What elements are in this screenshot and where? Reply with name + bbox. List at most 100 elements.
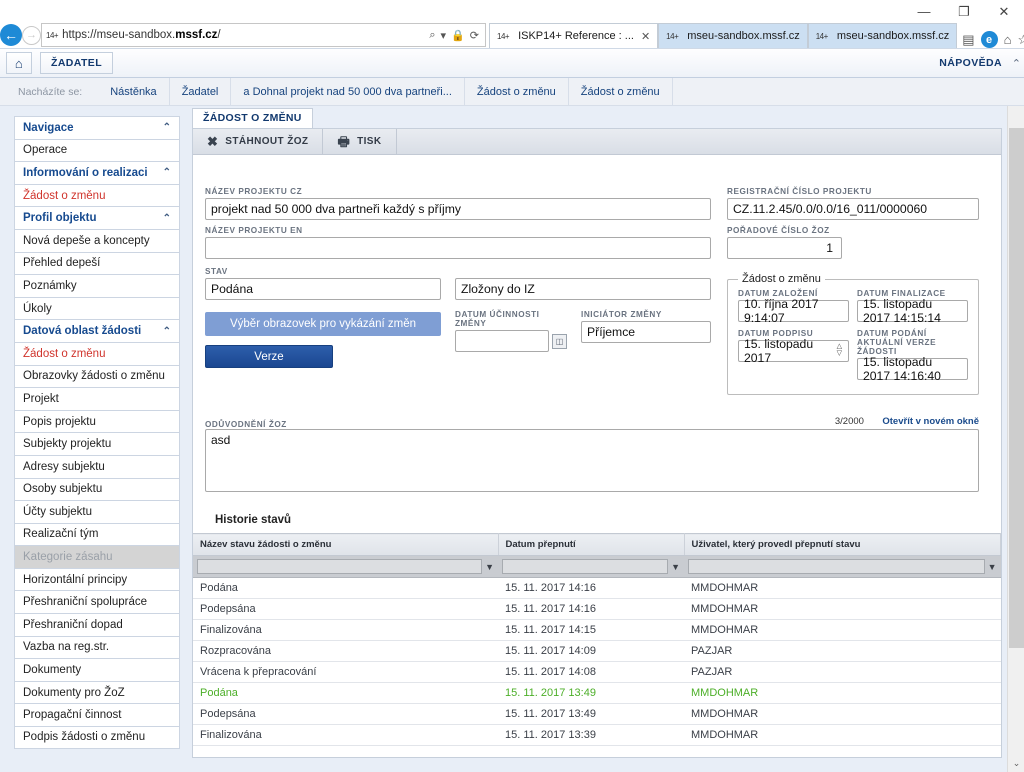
sidebar-item-poznamky[interactable]: Poznámky xyxy=(14,274,180,297)
reg-cislo-input[interactable]: CZ.11.2.45/0.0/0.0/16_011/0000060 xyxy=(727,198,979,220)
sidebar-item-label: Popis projektu xyxy=(23,415,96,428)
page-scrollbar[interactable]: ⌄ xyxy=(1007,106,1024,772)
breadcrumb-item-1[interactable]: Žadatel xyxy=(170,77,232,106)
sidebar-item-preshranicni-spoluprace[interactable]: Přeshraniční spolupráce xyxy=(14,590,180,614)
cell-datum: 15. 11. 2017 13:49 xyxy=(498,703,684,725)
home-icon[interactable]: ⌂ xyxy=(1004,32,1012,47)
print-button[interactable]: 🖶 TISK xyxy=(323,129,397,154)
table-row[interactable]: Podepsána 15. 11. 2017 13:49 MMDOHMAR xyxy=(193,703,1001,725)
browser-forward-button[interactable]: → xyxy=(22,22,41,48)
sidebar-item-ukoly[interactable]: Úkoly xyxy=(14,296,180,320)
scrollbar-down-arrow[interactable]: ⌄ xyxy=(1008,755,1024,772)
browser-back-button[interactable]: ← xyxy=(0,22,22,48)
column-header-nazev-stavu[interactable]: Název stavu žádosti o změnu xyxy=(193,533,499,556)
table-row[interactable]: Finalizována 15. 11. 2017 13:39 MMDOHMAR xyxy=(193,724,1001,746)
sidebar-item-realizacni-tym[interactable]: Realizační tým xyxy=(14,522,180,546)
datum-ucinnosti-input[interactable] xyxy=(455,330,549,352)
filter-input-nazev-stavu[interactable] xyxy=(197,559,483,574)
vyber-obrazovek-button[interactable]: Výběr obrazovek pro vykázání změn xyxy=(205,312,441,336)
stav-secondary-input[interactable]: Zložony do IZ xyxy=(455,278,711,300)
sidebar-item-zadost-o-zmenu-2[interactable]: Žádost o změnu xyxy=(14,341,180,365)
browser-tab-1[interactable]: 14+ mseu-sandbox.mssf.cz xyxy=(658,23,808,48)
table-row-selected[interactable]: Podána 15. 11. 2017 13:49 MMDOHMAR xyxy=(193,682,1001,704)
sidebar-item-popis-projektu[interactable]: Popis projektu xyxy=(14,409,180,433)
funnel-icon[interactable]: ▼ xyxy=(988,562,997,572)
sidebar-item-nova-depese[interactable]: Nová depeše a koncepty xyxy=(14,228,180,252)
poradove-cislo-input[interactable]: 1 xyxy=(727,237,842,259)
funnel-icon[interactable]: ▼ xyxy=(671,562,680,572)
open-in-new-window-link[interactable]: Otevřít v novém okně xyxy=(882,416,979,427)
funnel-icon[interactable]: ▼ xyxy=(485,562,494,572)
sidebar-group-datova-oblast-zadosti[interactable]: Datová oblast žádosti ⌃ xyxy=(14,319,180,342)
table-row[interactable]: Podána 15. 11. 2017 14:16 MMDOHMAR xyxy=(193,577,1001,599)
datum-podpisu-input[interactable]: 15. listopadu 2017 △ ▽ xyxy=(738,337,849,365)
nazev-cz-input[interactable]: projekt nad 50 000 dva partneři každý s … xyxy=(205,198,711,220)
sidebar-item-projekt[interactable]: Projekt xyxy=(14,387,180,410)
breadcrumb-item-0[interactable]: Nástěnka xyxy=(98,77,170,106)
breadcrumb-item-3[interactable]: Žádost o změnu xyxy=(465,77,569,106)
browser-tab-2[interactable]: 14+ mseu-sandbox.mssf.cz xyxy=(807,23,958,48)
tab-zadost-o-zmenu[interactable]: ŽÁDOST O ZMĚNU xyxy=(192,108,313,128)
sidebar-item-label: Datová oblast žádosti xyxy=(23,325,142,338)
sidebar-item-label: Obrazovky žádosti o změnu xyxy=(23,370,165,383)
sidebar-item-operace[interactable]: Operace xyxy=(14,138,180,162)
table-row[interactable]: Rozpracována 15. 11. 2017 14:09 PAZJAR xyxy=(193,640,1001,662)
table-row[interactable]: Vrácena k přepracování 15. 11. 2017 14:0… xyxy=(193,661,1001,683)
sidebar: Navigace ⌃ Operace Informování o realiza… xyxy=(0,106,186,772)
reading-view-icon[interactable]: ▤ xyxy=(962,32,974,48)
chevron-down-icon[interactable]: ▾ xyxy=(441,29,447,42)
sidebar-group-profil-objektu[interactable]: Profil objektu ⌃ xyxy=(14,206,180,229)
sidebar-item-osoby-subjektu[interactable]: Osoby subjektu xyxy=(14,477,180,501)
sidebar-item-prehled-depesi[interactable]: Přehled depeší xyxy=(14,251,180,275)
sidebar-item-dokumenty-pro-zoz[interactable]: Dokumenty pro ŽoZ xyxy=(14,680,180,704)
sidebar-item-adresy-subjektu[interactable]: Adresy subjektu xyxy=(14,454,180,478)
breadcrumb-item-2[interactable]: a Dohnal projekt nad 50 000 dva partneři… xyxy=(231,77,465,106)
browser-tab-0[interactable]: 14+ ISKP14+ Reference : ... ✕ xyxy=(489,23,659,48)
stav-input[interactable]: Podána xyxy=(205,278,441,300)
nazev-en-input[interactable] xyxy=(205,237,711,259)
spinner-icon[interactable]: △ ▽ xyxy=(837,344,843,357)
sidebar-item-obrazovky-zadosti[interactable]: Obrazovky žádosti o změnu xyxy=(14,364,180,388)
iniciator-input[interactable]: Příjemce xyxy=(581,321,711,343)
sidebar-item-zadost-o-zmenu-1[interactable]: Žádost o změnu xyxy=(14,183,180,207)
refresh-icon[interactable]: ⟳ xyxy=(470,29,479,42)
filter-input-datum-prepnuti[interactable] xyxy=(502,559,669,574)
address-bar[interactable]: 14+ https://mseu-sandbox.mssf.cz/ ⌕ ▾ 🔒 … xyxy=(41,23,486,47)
filter-input-uzivatel[interactable] xyxy=(688,559,985,574)
sidebar-item-podpis-zadosti[interactable]: Podpis žádosti o změnu xyxy=(14,726,180,749)
window-minimize-button[interactable]: — xyxy=(904,0,944,22)
datum-zalozeni-input[interactable]: 10. října 2017 9:14:07 xyxy=(738,297,849,325)
verze-button[interactable]: Verze xyxy=(205,345,333,368)
favorites-star-icon[interactable]: ☆ xyxy=(1017,32,1024,48)
help-link[interactable]: NÁPOVĚDA xyxy=(939,57,1018,69)
app-home-button[interactable]: ⌂ xyxy=(6,52,32,74)
chevron-up-icon[interactable]: ⌃ xyxy=(1012,57,1021,70)
table-row[interactable]: Finalizována 15. 11. 2017 14:15 MMDOHMAR xyxy=(193,619,1001,641)
scrollbar-thumb[interactable] xyxy=(1009,128,1024,648)
sidebar-item-label: Poznámky xyxy=(23,279,77,292)
breadcrumb-item-4[interactable]: Žádost o změnu xyxy=(569,77,673,106)
search-icon[interactable]: ⌕ xyxy=(429,29,435,42)
sidebar-item-vazba-na-reg-str[interactable]: Vazba na reg.str. xyxy=(14,635,180,659)
sidebar-item-ucty-subjektu[interactable]: Účty subjektu xyxy=(14,500,180,523)
column-header-uzivatel[interactable]: Uživatel, který provedl přepnutí stavu xyxy=(684,533,1001,556)
datum-podani-input[interactable]: 15. listopadu 2017 14:16:40 xyxy=(857,355,968,383)
column-header-datum-prepnuti[interactable]: Datum přepnutí xyxy=(498,533,685,556)
sidebar-item-preshranicni-dopad[interactable]: Přeshraniční dopad xyxy=(14,613,180,636)
calendar-icon[interactable]: ◫ xyxy=(552,333,567,349)
window-restore-button[interactable]: ❐ xyxy=(944,0,984,22)
oduvodneni-textarea[interactable]: asd xyxy=(205,429,979,492)
download-zoz-button[interactable]: ✖ STÁHNOUT ŽOZ xyxy=(193,129,324,154)
sidebar-item-propagacni-cinnost[interactable]: Propagační činnost xyxy=(14,703,180,727)
sidebar-item-horizontalni-principy[interactable]: Horizontální principy xyxy=(14,567,180,591)
window-close-button[interactable]: ✕ xyxy=(984,0,1024,22)
tab-close-icon[interactable]: ✕ xyxy=(641,30,650,43)
edge-browser-icon[interactable]: e xyxy=(980,31,998,48)
sidebar-group-navigace[interactable]: Navigace ⌃ xyxy=(14,116,180,139)
table-row[interactable]: Podepsána 15. 11. 2017 14:16 MMDOHMAR xyxy=(193,598,1001,620)
sidebar-item-dokumenty[interactable]: Dokumenty xyxy=(14,658,180,681)
role-button-zadatel[interactable]: ŽADATEL xyxy=(40,52,114,74)
sidebar-group-informovani-o-realizaci[interactable]: Informování o realizaci ⌃ xyxy=(14,161,180,184)
sidebar-item-subjekty-projektu[interactable]: Subjekty projektu xyxy=(14,432,180,455)
datum-finalizace-input[interactable]: 15. listopadu 2017 14:15:14 xyxy=(857,297,968,325)
